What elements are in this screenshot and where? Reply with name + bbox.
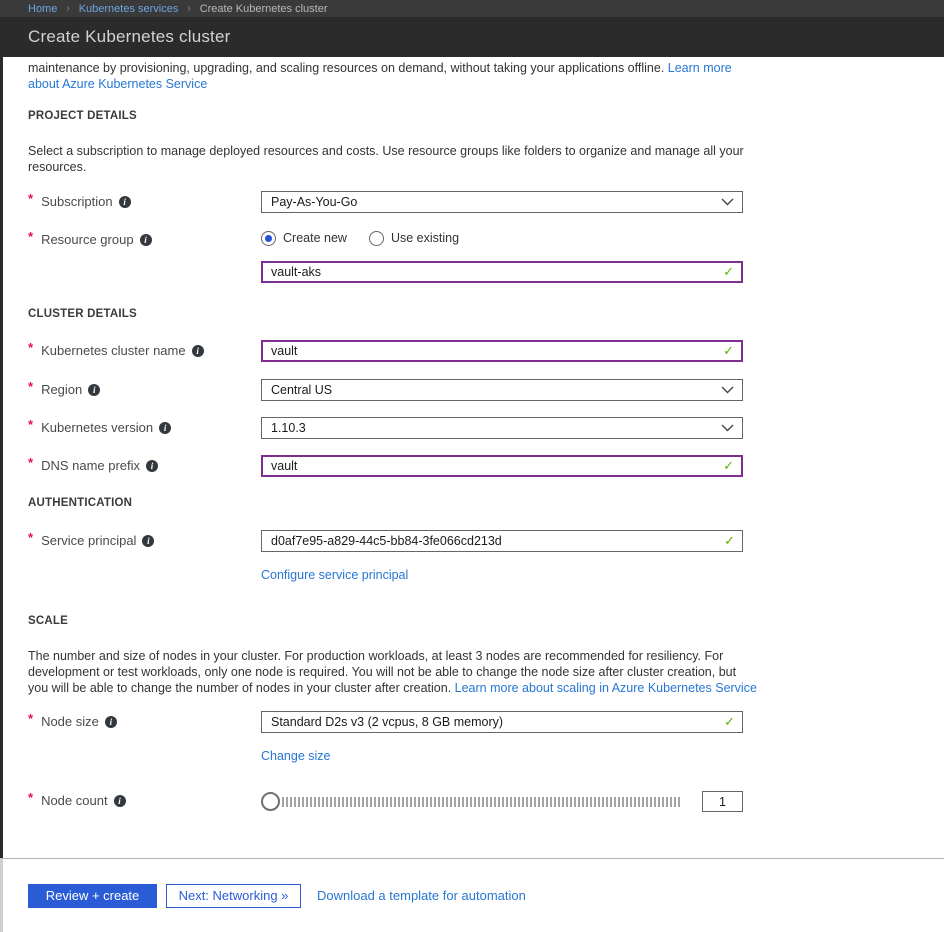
breadcrumb-current-page: Create Kubernetes cluster xyxy=(200,3,328,15)
dns-prefix-value: vault xyxy=(271,459,297,473)
next-networking-button[interactable]: Next: Networking » xyxy=(166,884,301,908)
region-label: * Region i xyxy=(28,379,261,397)
page-title: Create Kubernetes cluster xyxy=(28,27,231,47)
breadcrumb-kubernetes-services-link[interactable]: Kubernetes services xyxy=(79,3,179,15)
service-principal-field[interactable]: d0af7e95-a829-44c5-bb84-3fe066cd213d ✓ xyxy=(261,530,743,552)
chevron-down-icon xyxy=(721,386,734,394)
kubernetes-version-dropdown[interactable]: 1.10.3 xyxy=(261,417,743,439)
review-create-button[interactable]: Review + create xyxy=(28,884,157,908)
slider-track[interactable] xyxy=(282,797,681,807)
region-row: * Region i Central US xyxy=(28,379,916,401)
info-icon: i xyxy=(192,345,204,357)
required-asterisk: * xyxy=(28,379,33,394)
intro-text: maintenance by provisioning, upgrading, … xyxy=(28,60,746,92)
kubernetes-version-label: * Kubernetes version i xyxy=(28,417,261,435)
resource-group-radio-group: Create new Use existing xyxy=(261,229,743,247)
form-footer: Review + create Next: Networking » Downl… xyxy=(0,858,944,932)
node-count-input[interactable] xyxy=(702,791,743,812)
required-asterisk: * xyxy=(28,530,33,545)
cluster-details-heading: CLUSTER DETAILS xyxy=(28,308,916,320)
scale-description: The number and size of nodes in your clu… xyxy=(28,648,758,696)
required-asterisk: * xyxy=(28,455,33,470)
subscription-dropdown[interactable]: Pay-As-You-Go xyxy=(261,191,743,213)
service-principal-row: * Service principal i d0af7e95-a829-44c5… xyxy=(28,530,916,552)
info-icon: i xyxy=(146,460,158,472)
change-size-link[interactable]: Change size xyxy=(261,749,331,763)
slider-handle[interactable] xyxy=(261,792,280,811)
required-asterisk: * xyxy=(28,191,33,206)
change-size-row: Change size xyxy=(28,747,916,765)
info-icon: i xyxy=(88,384,100,396)
required-asterisk: * xyxy=(28,417,33,432)
radio-create-new[interactable]: Create new xyxy=(261,231,347,246)
node-size-field[interactable]: Standard D2s v3 (2 vcpus, 8 GB memory) ✓ xyxy=(261,711,743,733)
dns-prefix-field[interactable]: vault ✓ xyxy=(261,455,743,477)
required-asterisk: * xyxy=(28,790,33,805)
subscription-row: * Subscription i Pay-As-You-Go xyxy=(28,191,916,213)
learn-more-scaling-link[interactable]: Learn more about scaling in Azure Kubern… xyxy=(455,681,757,695)
dns-prefix-label: * DNS name prefix i xyxy=(28,455,261,473)
cluster-name-field[interactable]: vault ✓ xyxy=(261,340,743,362)
radio-unselected-icon xyxy=(369,231,384,246)
cluster-name-label: * Kubernetes cluster name i xyxy=(28,340,261,358)
breadcrumb: Home › Kubernetes services › Create Kube… xyxy=(0,0,944,17)
valid-check-icon: ✓ xyxy=(723,264,734,280)
info-icon: i xyxy=(119,196,131,208)
subscription-value: Pay-As-You-Go xyxy=(271,195,357,209)
dns-prefix-row: * DNS name prefix i vault ✓ xyxy=(28,455,916,477)
valid-check-icon: ✓ xyxy=(724,533,735,549)
info-icon: i xyxy=(140,234,152,246)
required-asterisk: * xyxy=(28,711,33,726)
radio-selected-icon xyxy=(261,231,276,246)
node-count-row: * Node count i xyxy=(28,790,916,813)
required-asterisk: * xyxy=(28,340,33,355)
service-principal-label: * Service principal i xyxy=(28,530,261,548)
resource-group-label: * Resource group i xyxy=(28,229,261,247)
info-icon: i xyxy=(159,422,171,434)
scale-heading: SCALE xyxy=(28,615,916,627)
resource-group-name-value: vault-aks xyxy=(271,265,321,279)
chevron-down-icon xyxy=(721,424,734,432)
create-cluster-form: maintenance by provisioning, upgrading, … xyxy=(0,57,944,858)
cluster-name-row: * Kubernetes cluster name i vault ✓ xyxy=(28,340,916,362)
node-count-label: * Node count i xyxy=(28,790,261,808)
node-size-row: * Node size i Standard D2s v3 (2 vcpus, … xyxy=(28,711,916,733)
radio-use-existing[interactable]: Use existing xyxy=(369,231,459,246)
project-details-heading: PROJECT DETAILS xyxy=(28,110,916,122)
chevron-right-icon: › xyxy=(187,3,190,14)
breadcrumb-home-link[interactable]: Home xyxy=(28,3,57,15)
download-template-link[interactable]: Download a template for automation xyxy=(317,888,526,903)
service-principal-value: d0af7e95-a829-44c5-bb84-3fe066cd213d xyxy=(271,534,502,548)
node-size-value: Standard D2s v3 (2 vcpus, 8 GB memory) xyxy=(271,715,503,729)
resource-group-row: * Resource group i Create new Use existi… xyxy=(28,229,916,283)
kubernetes-version-value: 1.10.3 xyxy=(271,421,306,435)
subscription-label: * Subscription i xyxy=(28,191,261,209)
blade-title-bar: Create Kubernetes cluster xyxy=(0,17,944,57)
region-dropdown[interactable]: Central US xyxy=(261,379,743,401)
resource-group-name-field[interactable]: vault-aks ✓ xyxy=(261,261,743,283)
chevron-down-icon xyxy=(721,198,734,206)
valid-check-icon: ✓ xyxy=(723,458,734,474)
project-details-description: Select a subscription to manage deployed… xyxy=(28,143,746,175)
chevron-right-icon: › xyxy=(66,3,69,14)
valid-check-icon: ✓ xyxy=(723,343,734,359)
region-value: Central US xyxy=(271,383,332,397)
cluster-name-value: vault xyxy=(271,344,297,358)
intro-text-body: maintenance by provisioning, upgrading, … xyxy=(28,61,664,75)
node-count-slider xyxy=(261,790,743,813)
configure-service-principal-link[interactable]: Configure service principal xyxy=(261,568,408,582)
info-icon: i xyxy=(142,535,154,547)
info-icon: i xyxy=(114,795,126,807)
node-size-label: * Node size i xyxy=(28,711,261,729)
kubernetes-version-row: * Kubernetes version i 1.10.3 xyxy=(28,417,916,439)
valid-check-icon: ✓ xyxy=(724,714,735,730)
configure-sp-row: Configure service principal xyxy=(28,566,916,584)
required-asterisk: * xyxy=(28,229,33,244)
info-icon: i xyxy=(105,716,117,728)
authentication-heading: AUTHENTICATION xyxy=(28,497,916,509)
